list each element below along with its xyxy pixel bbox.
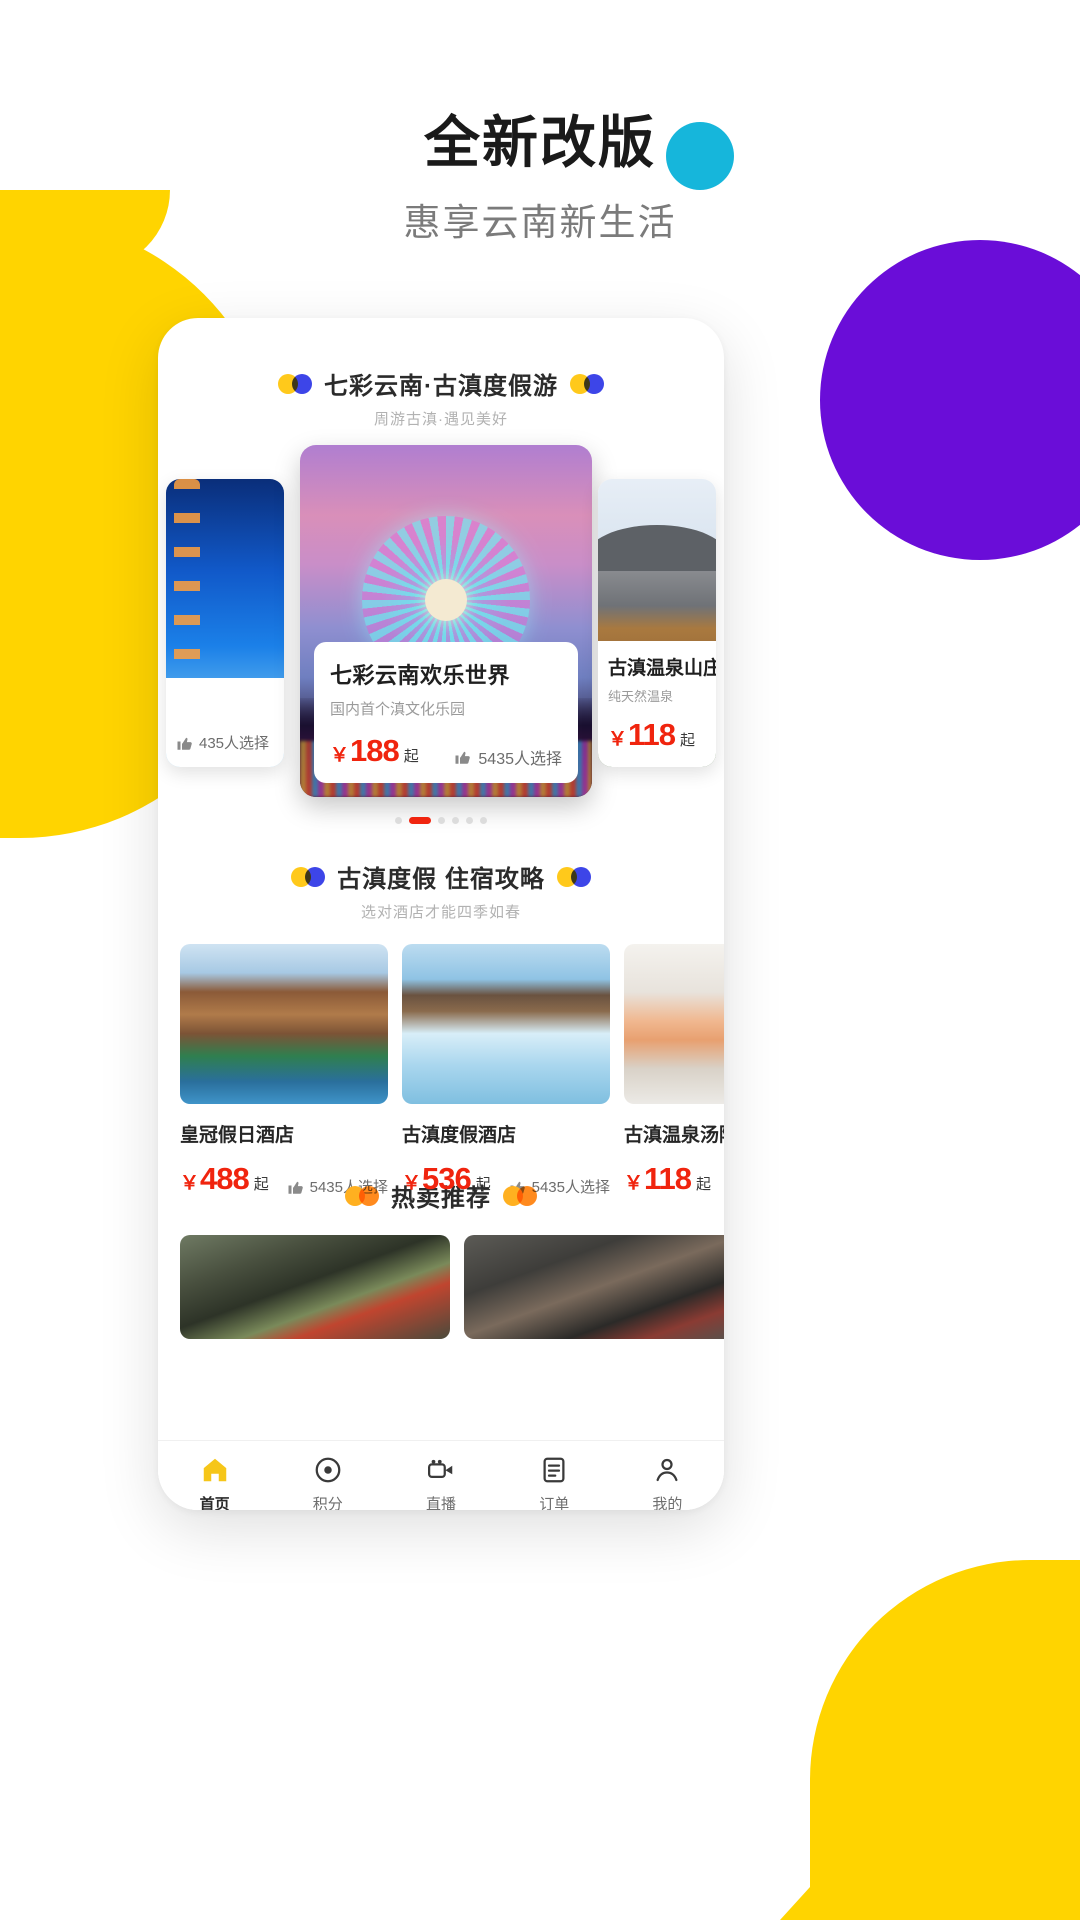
currency-symbol: ￥ (402, 1173, 422, 1194)
travel-carousel[interactable]: 435人选择 七彩云南欢乐世界 国内首个滇文化乐园 ￥ 188 起 5435人选… (158, 445, 724, 824)
price-value: 536 (422, 1161, 472, 1196)
hotel-name: 皇冠假日酒店 (180, 1125, 295, 1146)
decoration-purple-circle (820, 240, 1080, 560)
price-suffix: 起 (253, 1176, 269, 1193)
hotel-list[interactable]: 皇冠假日酒店 ￥ 488 起 5435人选择 (158, 944, 724, 1197)
currency-symbol: ￥ (330, 745, 350, 766)
tab-profile[interactable]: 我的 (611, 1455, 724, 1510)
price-value: 118 (644, 1161, 692, 1196)
price-suffix: 起 (403, 748, 419, 765)
carousel-card-info: 435人选择 (166, 678, 284, 767)
carousel-card-price: ￥ 118 起 (608, 717, 706, 753)
hotel-price: ￥ 488 起 (180, 1161, 269, 1197)
pager-dot-active[interactable] (409, 817, 431, 824)
currency-symbol: ￥ (180, 1173, 200, 1194)
hot-item-card[interactable] (180, 1235, 450, 1339)
ferris-wheel-hub (425, 578, 467, 621)
carousel-card-price: ￥ 188 起 (330, 733, 419, 769)
decoration-dots-icon (570, 373, 604, 394)
carousel-card-likes-text: 5435人选择 (478, 751, 562, 768)
hotel-name: 古滇温泉汤院 (624, 1125, 724, 1146)
hotel-price: ￥ 118 起 (624, 1161, 711, 1197)
thumbs-up-icon (288, 1181, 303, 1194)
hotel-image (624, 944, 724, 1104)
decoration-dots-icon (345, 1185, 379, 1206)
carousel-card-likes: 5435人选择 (454, 745, 562, 769)
hotel-section-title: 古滇度假 住宿攻略 (337, 866, 545, 893)
hotel-card[interactable]: 古滇温泉汤院 ￥ 118 起 (624, 944, 724, 1197)
hotel-card[interactable]: 皇冠假日酒店 ￥ 488 起 5435人选择 (180, 944, 388, 1197)
tab-points-label: 积分 (312, 1496, 343, 1510)
travel-section-title: 七彩云南·古滇度假游 (324, 373, 558, 400)
hotel-likes-text: 5435人选择 (531, 1179, 610, 1196)
tab-home[interactable]: 首页 (158, 1455, 271, 1510)
page-title: 全新改版 (424, 111, 656, 174)
hotel-list-wrapper: 皇冠假日酒店 ￥ 488 起 5435人选择 (158, 944, 724, 1196)
pager-dot[interactable] (395, 817, 402, 824)
hotel-price: ￥ 536 起 (402, 1161, 491, 1197)
tab-live-label: 直播 (426, 1496, 457, 1510)
pager-dot[interactable] (466, 817, 473, 824)
hotel-section-header: 古滇度假 住宿攻略 选对酒店才能四季如春 (158, 859, 724, 922)
tab-orders-label: 订单 (539, 1496, 570, 1510)
carousel-card-active[interactable]: 七彩云南欢乐世界 国内首个滇文化乐园 ￥ 188 起 5435人选择 (300, 445, 592, 797)
travel-section-header: 七彩云南·古滇度假游 周游古滇·遇见美好 (158, 366, 724, 429)
hotel-image (180, 944, 388, 1104)
tab-orders[interactable]: 订单 (498, 1455, 611, 1510)
hotel-name: 古滇度假酒店 (402, 1125, 517, 1146)
tab-profile-label: 我的 (652, 1496, 683, 1510)
carousel-card-likes-text: 435人选择 (199, 735, 270, 752)
page-subtitle: 惠享云南新生活 (403, 202, 677, 243)
carousel-card-subtitle: 国内首个滇文化乐园 (330, 701, 466, 718)
poster-headline: 全新改版 惠享云南新生活 (0, 108, 1080, 246)
hotel-section-subtitle: 选对酒店才能四季如春 (360, 904, 521, 921)
pager-dot[interactable] (452, 817, 459, 824)
tab-points[interactable]: 积分 (271, 1455, 384, 1510)
tab-live[interactable]: 直播 (384, 1455, 497, 1510)
carousel-card-next[interactable]: 古滇温泉山庄 纯天然温泉 ￥ 118 起 (598, 479, 716, 767)
app-screen: 七彩云南·古滇度假游 周游古滇·遇见美好 435人选择 七彩云南欢乐世界 国内首… (158, 366, 724, 1510)
hotel-image (402, 944, 610, 1104)
currency-symbol: ￥ (608, 729, 628, 750)
carousel-card-title: 古滇温泉山庄 (608, 658, 716, 679)
decoration-dots-icon (503, 1185, 537, 1206)
price-value: 118 (628, 717, 676, 752)
pager-dot[interactable] (480, 817, 487, 824)
user-profile-icon (656, 1458, 678, 1482)
price-suffix: 起 (696, 1176, 712, 1193)
carousel-pagination[interactable] (158, 817, 724, 824)
price-value: 488 (200, 1161, 250, 1196)
hot-item-card[interactable] (464, 1235, 724, 1339)
price-value: 188 (350, 733, 400, 768)
poster-stage: 全新改版 惠享云南新生活 七彩云南·古滇度假游 周游古滇·遇见美好 435人选择… (0, 0, 1080, 1920)
carousel-card-subtitle: 纯天然温泉 (608, 689, 674, 704)
live-video-icon (428, 1459, 453, 1478)
hotel-card[interactable]: 古滇度假酒店 ￥ 536 起 5435人选择 (402, 944, 610, 1197)
hot-list[interactable] (158, 1235, 724, 1339)
carousel-card-info: 七彩云南欢乐世界 国内首个滇文化乐园 ￥ 188 起 5435人选择 (314, 642, 578, 783)
decoration-dots-icon (278, 373, 312, 394)
hot-list-wrapper (158, 1235, 724, 1345)
carousel-card-info: 古滇温泉山庄 纯天然温泉 ￥ 118 起 (598, 641, 716, 767)
tab-home-label: 首页 (199, 1496, 230, 1510)
travel-section-subtitle: 周游古滇·遇见美好 (374, 411, 508, 428)
order-list-icon (543, 1457, 565, 1483)
price-suffix: 起 (475, 1176, 491, 1193)
thumbs-up-icon (455, 751, 471, 764)
price-suffix: 起 (680, 732, 696, 749)
carousel-card-prev[interactable]: 435人选择 (166, 479, 284, 767)
scroll-fade-overlay (158, 1414, 724, 1440)
phone-mockup: 七彩云南·古滇度假游 周游古滇·遇见美好 435人选择 七彩云南欢乐世界 国内首… (158, 318, 724, 1510)
points-target-icon (315, 1457, 341, 1483)
bottom-tabbar[interactable]: 首页 积分 直播 订单 我的 (158, 1440, 724, 1510)
pager-dot[interactable] (438, 817, 445, 824)
carousel-card-likes: 435人选择 (176, 732, 274, 753)
home-icon (203, 1458, 226, 1482)
decoration-dots-icon (556, 866, 591, 887)
carousel-card-title: 七彩云南欢乐世界 (330, 663, 511, 688)
thumbs-up-icon (177, 737, 192, 750)
currency-symbol: ￥ (624, 1173, 644, 1194)
decoration-dots-icon (291, 866, 326, 887)
